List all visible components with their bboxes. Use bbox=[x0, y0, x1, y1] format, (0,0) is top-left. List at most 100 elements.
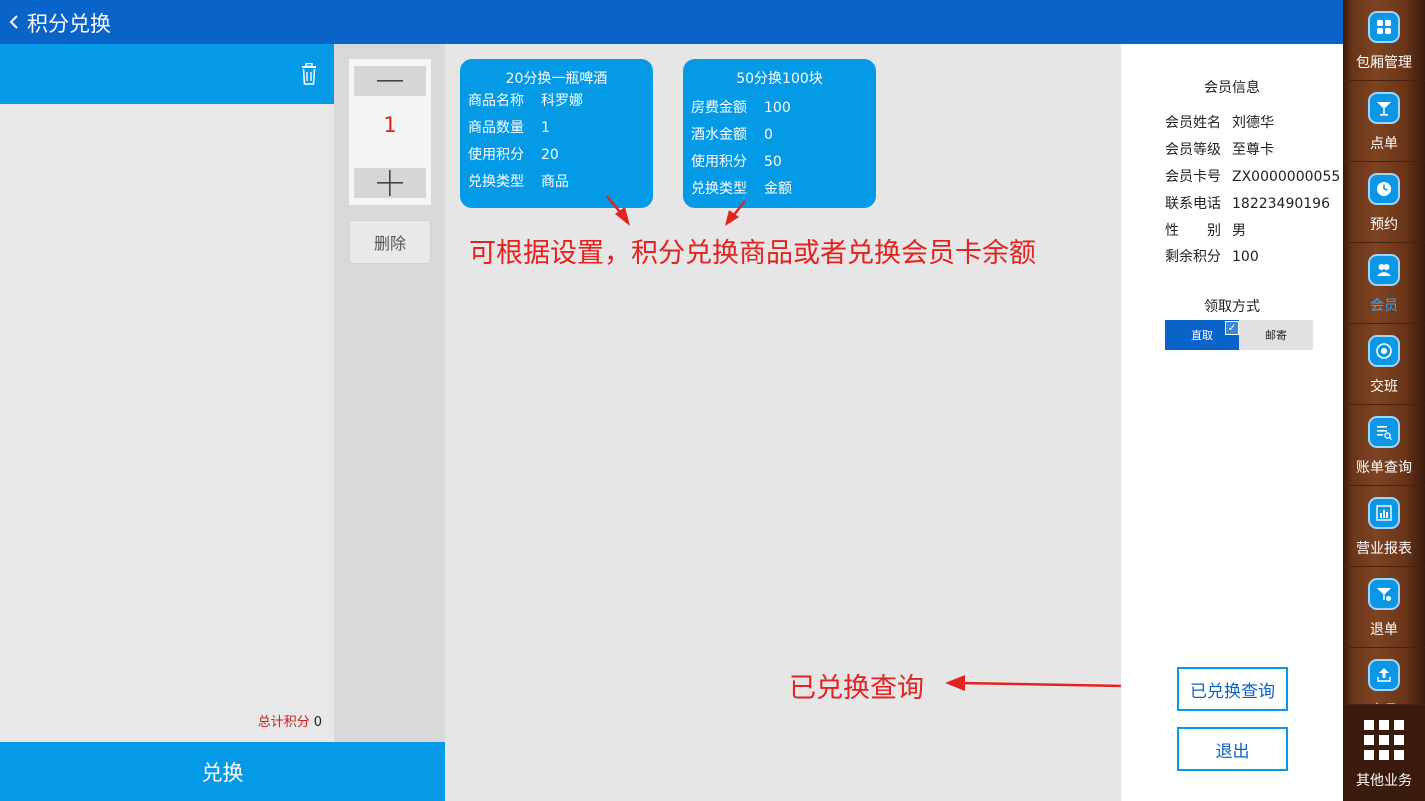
sidebar-label: 包厢管理 bbox=[1356, 55, 1412, 71]
card-row-value: 商品 bbox=[541, 174, 569, 190]
info-value: 刘德华 bbox=[1232, 115, 1274, 131]
check-icon: ✓ bbox=[1225, 321, 1239, 335]
sidebar-item-shift[interactable]: 交班 bbox=[1343, 324, 1425, 405]
info-value: 100 bbox=[1232, 249, 1259, 265]
product-card-title: 50分换100块 bbox=[736, 71, 823, 87]
card-row-key: 兑换类型 bbox=[691, 181, 747, 197]
total-points-value: 0 bbox=[313, 715, 322, 730]
upload-icon bbox=[1368, 659, 1400, 691]
sidebar-item-report[interactable]: 营业报表 bbox=[1343, 486, 1425, 567]
sidebar-more-label: 其他业务 bbox=[1356, 773, 1412, 789]
minus-icon bbox=[377, 80, 403, 82]
cart-panel: 总计积分 0 bbox=[0, 44, 334, 742]
annotation-text: 可根据设置，积分兑换商品或者兑换会员卡余额 bbox=[469, 238, 1036, 269]
sidebar-label: 会员 bbox=[1370, 298, 1398, 314]
card-row-key: 兑换类型 bbox=[468, 174, 524, 190]
quantity-panel: 1 删除 bbox=[334, 44, 445, 742]
exchange-button[interactable]: 兑换 bbox=[0, 742, 445, 801]
member-info-row: 剩余积分 100 bbox=[1165, 246, 1259, 266]
sidebar-item-booking[interactable]: 预约 bbox=[1343, 162, 1425, 243]
product-area: 20分换一瓶啤酒 商品名称 科罗娜 商品数量 1 使用积分 20 兑换类型 商品 50分… bbox=[445, 44, 1181, 801]
sidebar-label: 交班 bbox=[1370, 379, 1398, 395]
top-bar: 积分兑换 bbox=[0, 0, 1343, 44]
sidebar-label: 账单查询 bbox=[1356, 460, 1412, 476]
sidebar-item-member[interactable]: 会员 bbox=[1343, 243, 1425, 324]
card-row-value: 50 bbox=[764, 154, 782, 170]
sidebar-label: 退单 bbox=[1370, 622, 1398, 638]
clock-icon bbox=[1368, 173, 1400, 205]
card-row-value: 0 bbox=[764, 127, 773, 143]
card-row: 兑换类型 金额 bbox=[691, 178, 792, 198]
sidebar-label: 点单 bbox=[1370, 136, 1398, 152]
sidebar-item-rooms[interactable]: 包厢管理 bbox=[1343, 0, 1425, 81]
card-row-value: 20 bbox=[541, 147, 559, 163]
delete-button[interactable]: 删除 bbox=[349, 220, 431, 264]
card-row-value: 科罗娜 bbox=[541, 93, 583, 109]
annotation-history-text: 已兑换查询 bbox=[789, 673, 924, 704]
member-info-row: 会员卡号 ZX0000000055 bbox=[1165, 166, 1340, 186]
member-panel: 会员信息 会员姓名 刘德华 会员等级 至尊卡 会员卡号 ZX0000000055 联系… bbox=[1121, 44, 1343, 801]
card-row-key: 商品名称 bbox=[468, 93, 524, 109]
card-row: 兑换类型 商品 bbox=[468, 171, 569, 191]
shift-icon bbox=[1368, 335, 1400, 367]
pickup-option-mail[interactable]: 邮寄 bbox=[1239, 320, 1313, 350]
page-title: 积分兑换 bbox=[27, 12, 111, 36]
quantity-value: 1 bbox=[383, 113, 397, 137]
info-key: 联系电话 bbox=[1165, 196, 1221, 212]
member-info-row: 会员等级 至尊卡 bbox=[1165, 139, 1274, 159]
sidebar-item-order[interactable]: 点单 bbox=[1343, 81, 1425, 162]
total-points-label: 总计积分 bbox=[257, 715, 310, 730]
sidebar: 包厢管理 点单 预约 会员 交班 账单查询 营业报表 退单 其他业务 bbox=[1343, 0, 1425, 801]
info-value: ZX0000000055 bbox=[1232, 169, 1341, 185]
card-row-key: 房费金额 bbox=[691, 100, 747, 116]
info-value: 至尊卡 bbox=[1232, 142, 1274, 158]
info-key: 会员姓名 bbox=[1165, 115, 1221, 131]
card-row-value: 100 bbox=[764, 100, 791, 116]
refund-icon bbox=[1368, 578, 1400, 610]
member-info-row: 联系电话 18223490196 bbox=[1165, 193, 1330, 213]
info-key: 性 别 bbox=[1165, 223, 1221, 239]
exit-button[interactable]: 退出 bbox=[1177, 727, 1288, 771]
product-card-title: 20分换一瓶啤酒 bbox=[505, 71, 608, 87]
card-row-value: 1 bbox=[541, 120, 550, 136]
info-value: 18223490196 bbox=[1232, 196, 1330, 212]
card-row: 商品数量 1 bbox=[468, 117, 550, 137]
card-row: 酒水金额 0 bbox=[691, 124, 773, 144]
trash-icon[interactable] bbox=[300, 63, 318, 85]
sidebar-item-refund[interactable]: 退单 bbox=[1343, 567, 1425, 648]
exchange-history-button[interactable]: 已兑换查询 bbox=[1177, 667, 1288, 711]
bill-search-icon bbox=[1368, 416, 1400, 448]
decrement-button[interactable] bbox=[354, 66, 426, 96]
sidebar-label: 营业报表 bbox=[1356, 541, 1412, 557]
info-key: 剩余积分 bbox=[1165, 249, 1221, 265]
member-icon bbox=[1368, 254, 1400, 286]
card-row-key: 酒水金额 bbox=[691, 127, 747, 143]
product-card[interactable]: 50分换100块 房费金额 100 酒水金额 0 使用积分 50 兑换类型 金额 bbox=[683, 59, 876, 208]
increment-button[interactable] bbox=[354, 168, 426, 198]
pickup-method-title: 领取方式 bbox=[1204, 299, 1260, 315]
cart-header bbox=[0, 44, 334, 104]
card-row: 商品名称 科罗娜 bbox=[468, 90, 583, 110]
card-row-key: 使用积分 bbox=[468, 147, 524, 163]
card-row-key: 商品数量 bbox=[468, 120, 524, 136]
product-card[interactable]: 20分换一瓶啤酒 商品名称 科罗娜 商品数量 1 使用积分 20 兑换类型 商品 bbox=[460, 59, 653, 208]
member-info-row: 性 别男 bbox=[1165, 220, 1246, 240]
grid-icon bbox=[1368, 11, 1400, 43]
total-points: 总计积分 0 bbox=[258, 711, 322, 730]
member-info-title: 会员信息 bbox=[1204, 80, 1260, 96]
apps-grid-icon bbox=[1364, 720, 1404, 760]
member-info-row: 会员姓名 刘德华 bbox=[1165, 112, 1274, 132]
info-value: 男 bbox=[1232, 223, 1246, 239]
card-row: 使用积分 50 bbox=[691, 151, 782, 171]
sidebar-label: 预约 bbox=[1370, 217, 1398, 233]
card-row: 使用积分 20 bbox=[468, 144, 559, 164]
back-icon[interactable] bbox=[6, 10, 22, 34]
report-icon bbox=[1368, 497, 1400, 529]
info-key: 会员等级 bbox=[1165, 142, 1221, 158]
sidebar-item-dispatch[interactable]: 出品 bbox=[1343, 648, 1425, 705]
sidebar-item-bills[interactable]: 账单查询 bbox=[1343, 405, 1425, 486]
sidebar-more[interactable]: 其他业务 bbox=[1343, 705, 1425, 801]
plus-icon bbox=[377, 170, 403, 196]
info-key: 会员卡号 bbox=[1165, 169, 1221, 185]
card-row-value: 金额 bbox=[764, 181, 792, 197]
